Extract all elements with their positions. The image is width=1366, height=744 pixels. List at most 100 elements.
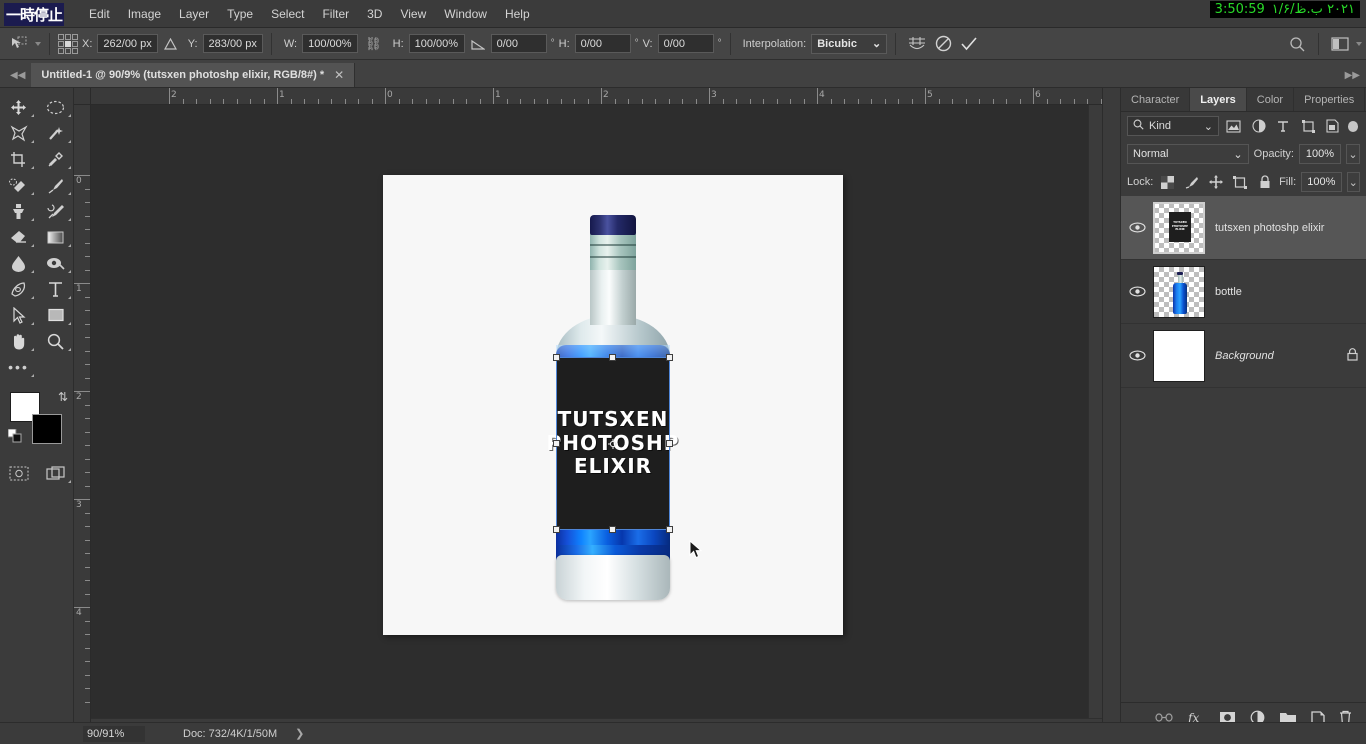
transform-handle-middle-left[interactable] bbox=[553, 439, 560, 447]
filter-type-icon[interactable] bbox=[1273, 116, 1293, 136]
menu-item-select[interactable]: Select bbox=[262, 3, 313, 25]
lock-nesting-icon[interactable] bbox=[1231, 173, 1250, 191]
crop-tool[interactable] bbox=[0, 146, 37, 172]
lock-all-icon[interactable] bbox=[1255, 173, 1274, 191]
swap-colors-icon[interactable]: ⇅ bbox=[58, 390, 68, 404]
menu-item-image[interactable]: Image bbox=[119, 3, 170, 25]
lock-position-icon[interactable] bbox=[1207, 173, 1226, 191]
transform-handle-top-right[interactable] bbox=[666, 354, 673, 361]
tab-properties[interactable]: Properties bbox=[1294, 88, 1366, 111]
reference-point-selector[interactable] bbox=[58, 33, 78, 54]
tab-layers[interactable]: Layers bbox=[1190, 88, 1247, 111]
transform-handle-bottom-right[interactable] bbox=[666, 526, 673, 533]
layer-visibility-icon[interactable] bbox=[1121, 222, 1153, 233]
relative-position-icon[interactable] bbox=[158, 32, 184, 56]
filter-kind-select[interactable]: Kind ⌄ bbox=[1127, 116, 1219, 136]
brush-tool[interactable] bbox=[37, 172, 74, 198]
spot-healing-brush-tool[interactable] bbox=[0, 172, 37, 198]
workspace-layout-icon[interactable] bbox=[1327, 32, 1353, 56]
x-input[interactable]: 262/00 px bbox=[97, 34, 158, 53]
menu-item-help[interactable]: Help bbox=[496, 3, 539, 25]
bottle-artwork[interactable]: TUTSXEN PHOTOSHP ELIXIR bbox=[547, 215, 678, 600]
zoom-tool[interactable] bbox=[37, 328, 74, 354]
dodge-tool[interactable] bbox=[37, 250, 74, 276]
transform-handle-middle-right[interactable] bbox=[666, 439, 673, 447]
history-brush-tool[interactable] bbox=[37, 198, 74, 224]
warp-mode-icon[interactable] bbox=[904, 32, 930, 56]
filter-adjustment-icon[interactable] bbox=[1249, 116, 1269, 136]
fill-chevron-icon[interactable]: ⌄ bbox=[1346, 172, 1360, 192]
filter-shape-icon[interactable] bbox=[1298, 116, 1318, 136]
workspace-chevron-icon[interactable] bbox=[1356, 41, 1362, 46]
blend-mode-select[interactable]: Normal ⌄ bbox=[1127, 144, 1249, 164]
menu-item-window[interactable]: Window bbox=[435, 3, 496, 25]
canvas-area[interactable]: TUTSXEN PHOTOSHP ELIXIR bbox=[91, 105, 1102, 732]
transform-handle-bottom-center[interactable] bbox=[609, 526, 616, 533]
artboard[interactable]: TUTSXEN PHOTOSHP ELIXIR bbox=[383, 175, 843, 635]
fill-value[interactable]: 100% bbox=[1301, 172, 1342, 192]
lasso-tool[interactable] bbox=[0, 120, 37, 146]
default-colors-icon[interactable] bbox=[7, 428, 22, 446]
skew-h-input[interactable]: 0/00 bbox=[574, 34, 631, 53]
eraser-tool[interactable] bbox=[0, 224, 37, 250]
collapse-left-icon[interactable]: ◀◀ bbox=[10, 70, 31, 87]
blur-tool[interactable] bbox=[0, 250, 37, 276]
transform-handle-top-left[interactable] bbox=[553, 354, 560, 361]
layer-thumbnail[interactable] bbox=[1153, 265, 1205, 318]
clone-stamp-tool[interactable] bbox=[0, 198, 37, 224]
vertical-scrollbar[interactable] bbox=[1088, 105, 1102, 732]
rotation-input[interactable]: 0/00 bbox=[490, 34, 547, 53]
layer-visibility-icon[interactable] bbox=[1121, 350, 1153, 361]
menu-item-edit[interactable]: Edit bbox=[80, 3, 119, 25]
ref-cell[interactable] bbox=[58, 33, 64, 40]
transform-handle-top-center[interactable] bbox=[609, 354, 616, 361]
rectangle-tool[interactable] bbox=[37, 302, 74, 328]
document-tab[interactable]: Untitled-1 @ 90/9% (tutsxen photoshp eli… bbox=[31, 63, 356, 87]
transform-handle-bottom-left[interactable] bbox=[553, 526, 560, 533]
edit-toolbar-tool[interactable]: ••• bbox=[0, 354, 37, 380]
layer-name[interactable]: Background bbox=[1215, 350, 1347, 362]
magic-wand-tool[interactable] bbox=[37, 120, 74, 146]
background-color-swatch[interactable] bbox=[32, 414, 62, 444]
lock-transparent-pixels-icon[interactable] bbox=[1158, 173, 1177, 191]
cancel-transform-icon[interactable] bbox=[930, 32, 956, 56]
quick-mask-mode-button[interactable] bbox=[0, 460, 37, 486]
skew-v-input[interactable]: 0/00 bbox=[657, 34, 714, 53]
screen-mode-button[interactable] bbox=[37, 460, 74, 486]
layer-row-bottle[interactable]: bottle bbox=[1121, 260, 1366, 324]
zoom-level[interactable]: 90/91% bbox=[83, 725, 145, 742]
hand-tool[interactable] bbox=[0, 328, 37, 354]
menu-item-filter[interactable]: Filter bbox=[313, 3, 358, 25]
layer-name[interactable]: bottle bbox=[1215, 286, 1358, 298]
interpolation-select[interactable]: Bicubic ⌄ bbox=[811, 33, 888, 54]
layer-row-tutsxen-photoshp-elixir[interactable]: TUTSXEN PHOTOSHP ELIXIR tutsxen photoshp… bbox=[1121, 196, 1366, 260]
ref-cell-center[interactable] bbox=[65, 40, 71, 47]
filter-toggle-switch[interactable] bbox=[1347, 120, 1359, 132]
layer-name[interactable]: tutsxen photoshp elixir bbox=[1215, 222, 1358, 234]
move-tool-icon[interactable] bbox=[6, 33, 32, 55]
transform-reference-point-icon[interactable] bbox=[608, 438, 618, 449]
gradient-tool[interactable] bbox=[37, 224, 74, 250]
ref-cell[interactable] bbox=[65, 33, 71, 40]
eyedropper-tool[interactable] bbox=[37, 146, 74, 172]
expand-right-icon[interactable]: ▶▶ bbox=[1345, 70, 1366, 87]
tool-preset-chevron-icon[interactable] bbox=[35, 41, 41, 46]
close-icon[interactable]: ✕ bbox=[334, 68, 344, 82]
layer-row-background[interactable]: Background bbox=[1121, 324, 1366, 388]
layer-visibility-icon[interactable] bbox=[1121, 286, 1153, 297]
pen-tool[interactable] bbox=[0, 276, 37, 302]
ref-cell[interactable] bbox=[65, 47, 71, 54]
transform-bounding-box[interactable] bbox=[553, 354, 673, 533]
elliptical-marquee-tool[interactable] bbox=[37, 94, 74, 120]
layer-list[interactable]: TUTSXEN PHOTOSHP ELIXIR tutsxen photoshp… bbox=[1121, 196, 1366, 702]
ref-cell[interactable] bbox=[58, 47, 64, 54]
move-tool[interactable] bbox=[0, 94, 37, 120]
filter-smart-object-icon[interactable] bbox=[1323, 116, 1343, 136]
vertical-ruler[interactable]: 0 1 2 3 4 bbox=[74, 105, 91, 732]
horizontal-ruler[interactable]: 2 1 0 1 2 3 4 5 6 bbox=[91, 88, 1102, 105]
height-input[interactable]: 100/00% bbox=[408, 34, 465, 53]
type-tool[interactable] bbox=[37, 276, 74, 302]
y-input[interactable]: 283/00 px bbox=[202, 34, 263, 53]
ref-cell[interactable] bbox=[72, 33, 78, 40]
menu-item-type[interactable]: Type bbox=[218, 3, 262, 25]
